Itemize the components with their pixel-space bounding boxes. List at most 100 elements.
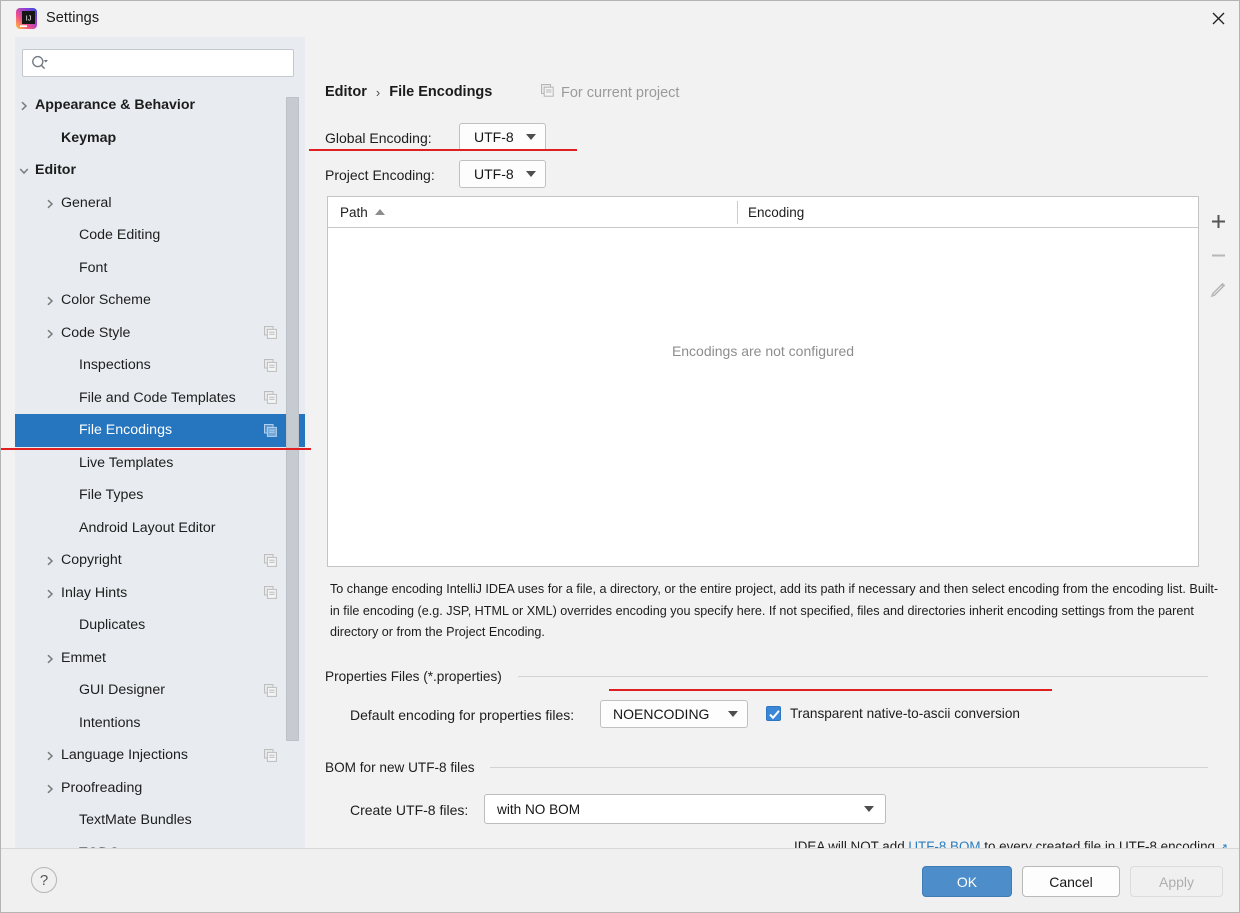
settings-tree: Appearance & Behavior Keymap Editor General… [15, 89, 305, 849]
table-column-divider[interactable] [737, 201, 738, 224]
chevron-right-icon[interactable] [44, 327, 56, 339]
default-properties-encoding-dropdown[interactable]: NOENCODING [600, 700, 748, 728]
chevron-right-icon[interactable] [44, 587, 56, 599]
create-utf8-files-dropdown[interactable]: with NO BOM [484, 794, 886, 824]
copy-badge-icon [264, 748, 277, 762]
chevron-right-icon[interactable] [44, 554, 56, 566]
chevron-right-icon[interactable] [44, 782, 56, 794]
sidebar-item-appearance-behavior[interactable]: Appearance & Behavior [15, 89, 305, 122]
sidebar-item-label: GUI Designer [79, 682, 165, 699]
sidebar-item-live-templates[interactable]: Live Templates [15, 447, 305, 480]
cancel-button[interactable]: Cancel [1022, 866, 1120, 897]
search-icon [31, 55, 49, 77]
table-header-path-label: Path [340, 204, 368, 220]
breadcrumb-separator-icon: › [375, 84, 381, 100]
sidebar-item-color-scheme[interactable]: Color Scheme [15, 284, 305, 317]
table-header-row: Path Encoding [328, 197, 1198, 228]
search-input[interactable] [22, 49, 294, 77]
sidebar-item-inspections[interactable]: Inspections [15, 349, 305, 382]
sort-ascending-icon [374, 209, 385, 215]
close-icon[interactable] [1195, 1, 1239, 35]
sidebar-item-emmet[interactable]: Emmet [15, 642, 305, 675]
chevron-right-icon[interactable] [44, 749, 56, 761]
sidebar-item-label: Color Scheme [61, 292, 151, 309]
dialog-footer: ? OK Cancel Apply [1, 848, 1239, 912]
copy-badge-icon [264, 423, 277, 437]
sidebar-item-code-editing[interactable]: Code Editing [15, 219, 305, 252]
sidebar-item-file-and-code-templates[interactable]: File and Code Templates [15, 382, 305, 415]
sidebar-item-font[interactable]: Font [15, 252, 305, 285]
project-encoding-value: UTF-8 [474, 166, 514, 182]
for-current-project-note: For current project [541, 84, 679, 101]
sidebar-item-gui-designer[interactable]: GUI Designer [15, 674, 305, 707]
sidebar-item-inlay-hints[interactable]: Inlay Hints [15, 577, 305, 610]
chevron-down-icon [728, 711, 738, 717]
settings-dialog: IJ Settings Appearance & Behavior Keymap E… [0, 0, 1240, 913]
chevron-right-icon[interactable] [44, 652, 56, 664]
breadcrumb-parent[interactable]: Editor [325, 84, 367, 100]
copy-badge-icon [264, 683, 277, 697]
apply-button[interactable]: Apply [1130, 866, 1223, 897]
default-properties-encoding-value: NOENCODING [613, 706, 710, 722]
edit-row-button[interactable] [1200, 272, 1236, 306]
sidebar-item-file-encodings[interactable]: File Encodings [15, 414, 305, 447]
sidebar-item-label: Code Editing [79, 227, 161, 244]
global-encoding-dropdown[interactable]: UTF-8 [459, 123, 546, 151]
sidebar-item-keymap[interactable]: Keymap [15, 122, 305, 155]
sidebar-item-label: Inlay Hints [61, 584, 128, 601]
sidebar-item-label: Duplicates [79, 617, 146, 634]
chevron-right-icon[interactable] [44, 294, 56, 306]
copy-badge-icon [541, 84, 554, 101]
chevron-right-icon[interactable] [44, 197, 56, 209]
sidebar-item-android-layout-editor[interactable]: Android Layout Editor [15, 512, 305, 545]
sidebar-item-intentions[interactable]: Intentions [15, 707, 305, 740]
breadcrumb-current: File Encodings [389, 84, 493, 100]
copy-badge-icon [264, 586, 277, 600]
table-header-encoding[interactable]: Encoding [748, 197, 804, 227]
sidebar-item-label: Emmet [61, 649, 106, 666]
sidebar-item-label: Copyright [61, 552, 122, 569]
annotation-file-encodings-item [1, 448, 311, 451]
window-title: Settings [46, 10, 100, 26]
table-header-path[interactable]: Path [340, 197, 385, 227]
sidebar-item-label: Font [79, 259, 108, 276]
ok-button[interactable]: OK [922, 866, 1012, 897]
chevron-down-icon [864, 806, 874, 812]
annotation-native-to-ascii [609, 689, 1052, 692]
chevron-right-icon[interactable] [18, 99, 30, 111]
sidebar-item-copyright[interactable]: Copyright [15, 544, 305, 577]
sidebar-item-textmate-bundles[interactable]: TextMate Bundles [15, 804, 305, 837]
sidebar-item-code-style[interactable]: Code Style [15, 317, 305, 350]
sidebar-item-label: Keymap [61, 129, 117, 146]
sidebar-item-proofreading[interactable]: Proofreading [15, 772, 305, 805]
transparent-native-to-ascii-checkbox[interactable] [766, 706, 781, 721]
properties-group-divider [518, 676, 1208, 677]
sidebar-item-duplicates[interactable]: Duplicates [15, 609, 305, 642]
transparent-native-to-ascii-label[interactable]: Transparent native-to-ascii conversion [790, 706, 1020, 721]
sidebar-item-general[interactable]: General [15, 187, 305, 220]
copy-badge-icon [264, 358, 277, 372]
chevron-down-icon [526, 134, 536, 140]
copy-badge-icon [264, 553, 277, 567]
sidebar-item-label: File and Code Templates [79, 389, 236, 406]
add-row-button[interactable] [1200, 204, 1236, 238]
sidebar-item-language-injections[interactable]: Language Injections [15, 739, 305, 772]
help-button[interactable]: ? [31, 867, 57, 893]
title-bar: IJ Settings [1, 1, 1239, 37]
for-current-project-label: For current project [561, 84, 680, 101]
remove-row-button[interactable] [1200, 238, 1236, 272]
sidebar-item-label: File Types [79, 487, 144, 504]
project-encoding-label: Project Encoding: [325, 167, 435, 183]
chevron-down-icon[interactable] [18, 164, 30, 176]
sidebar-item-label: Android Layout Editor [79, 519, 216, 536]
sidebar-item-label: Inspections [79, 357, 151, 374]
sidebar-item-label: General [61, 194, 112, 211]
sidebar-item-label: Live Templates [79, 454, 174, 471]
encodings-table: Path Encoding Encodings are not configur… [327, 196, 1199, 567]
sidebar-scrollbar-thumb[interactable] [286, 97, 299, 741]
sidebar-item-file-types[interactable]: File Types [15, 479, 305, 512]
create-utf8-files-label: Create UTF-8 files: [350, 802, 469, 818]
intellij-idea-icon: IJ [16, 8, 37, 29]
project-encoding-dropdown[interactable]: UTF-8 [459, 160, 546, 188]
sidebar-item-editor[interactable]: Editor [15, 154, 305, 187]
